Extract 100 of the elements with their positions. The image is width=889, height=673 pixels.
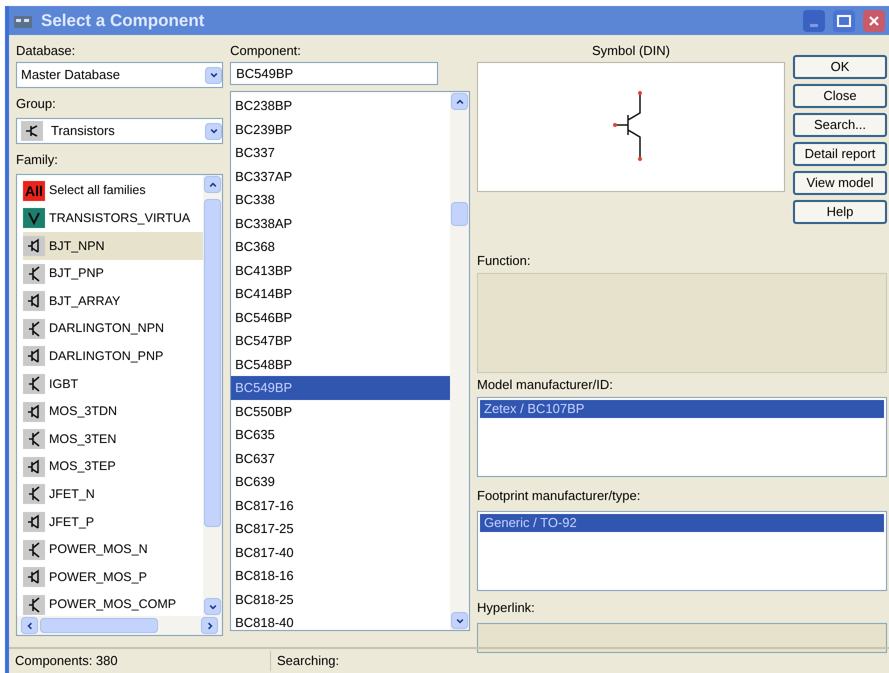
vertical-scrollbar[interactable] [203, 175, 222, 616]
dropdown[interactable]: Transistors [16, 118, 224, 144]
components-count: Components: 380 [9, 651, 271, 671]
transistor-symbol-icon [23, 346, 45, 366]
component-item[interactable]: BC549BP [231, 376, 450, 400]
transistor-symbol-icon [23, 512, 45, 532]
transistor-symbol-icon [23, 236, 45, 256]
transistor-symbol-icon [23, 374, 45, 394]
component-item[interactable]: BC414BP [231, 282, 450, 306]
minimize-icon [810, 24, 818, 26]
scroll-button[interactable] [451, 612, 468, 629]
close-icon [868, 14, 880, 26]
component-item[interactable]: BC548BP [231, 352, 450, 376]
component-item[interactable]: BC817-25 [231, 517, 450, 540]
maximize-button[interactable] [833, 10, 855, 32]
transistor-symbol-icon [23, 402, 45, 422]
component-item[interactable]: BC338 [231, 188, 450, 212]
dialog-button[interactable]: Detail report [793, 142, 887, 166]
virtual-icon [23, 208, 45, 228]
transistor-symbol-icon [23, 429, 45, 450]
vertical-scrollbar[interactable] [450, 92, 469, 630]
component-search-field[interactable]: BC549BP [230, 62, 438, 85]
model-list[interactable]: Zetex / BC107BP [477, 397, 887, 477]
dialog-button[interactable]: Help [793, 200, 887, 224]
family-item[interactable]: MOS_3TEN [23, 425, 204, 453]
component-item[interactable]: BC547BP [231, 329, 450, 352]
family-item[interactable]: POWER_MOS_N [23, 536, 204, 564]
transistor-symbol-icon [23, 456, 45, 477]
horizontal-scrollbar[interactable] [17, 616, 222, 635]
family-item[interactable]: BJT_ARRAY [23, 287, 204, 315]
model-label: Model manufacturer/ID: [477, 376, 614, 394]
component-item[interactable]: BC550BP [231, 400, 450, 423]
family-item[interactable]: JFET_P [23, 508, 204, 536]
component-item[interactable]: BC818-16 [231, 564, 450, 588]
symbol-label: Symbol (DIN) [592, 42, 670, 60]
component-item[interactable]: BC818-40 [231, 611, 450, 630]
searching-status: Searching: [276, 652, 340, 670]
component-label: Component: [230, 42, 302, 60]
dialog-button[interactable]: Close [793, 84, 887, 108]
transistor-symbol-icon [23, 318, 45, 339]
transistor-symbol-icon [23, 540, 45, 560]
scroll-button[interactable] [21, 617, 38, 634]
scroll-button[interactable] [201, 617, 218, 634]
component-item[interactable]: BC818-25 [231, 588, 450, 611]
component-item[interactable]: BC238BP [231, 94, 450, 118]
list-item[interactable]: Zetex / BC107BP [480, 400, 884, 418]
component-item[interactable]: BC338AP [231, 212, 450, 235]
family-item[interactable]: MOS_3TDN [23, 398, 204, 426]
component-item[interactable]: BC413BP [231, 258, 450, 282]
close-button[interactable] [863, 10, 885, 32]
scroll-button[interactable] [204, 598, 222, 615]
family-item[interactable]: MOS_3TEP [23, 452, 204, 481]
scroll-button[interactable] [451, 93, 468, 110]
database-label: Database: [16, 42, 76, 60]
component-item[interactable]: BC337AP [231, 164, 450, 188]
scroll-button[interactable] [205, 66, 222, 84]
component-item[interactable]: BC639 [231, 470, 450, 494]
maximize-icon [837, 14, 851, 26]
component-item[interactable]: BC817-16 [231, 494, 450, 517]
dropdown[interactable]: Master Database [16, 62, 224, 88]
footprint-label: Footprint manufacturer/type: [477, 488, 640, 503]
dropdown-value: Master Database [21, 66, 121, 84]
dialog-button[interactable]: View model [793, 171, 887, 195]
family-item[interactable]: POWER_MOS_COMP [23, 590, 204, 616]
function-label: Function: [477, 252, 532, 270]
component-item[interactable]: BC817-40 [231, 540, 450, 564]
scroll-thumb[interactable] [40, 618, 158, 633]
family-item[interactable]: POWER_MOS_P [23, 563, 204, 591]
transistor-symbol-icon [23, 264, 45, 284]
family-item[interactable]: TRANSISTORS_VIRTUA [23, 204, 204, 232]
component-item[interactable]: BC239BP [231, 118, 450, 141]
family-item[interactable]: BJT_NPN [23, 232, 204, 260]
scroll-thumb[interactable] [451, 202, 468, 226]
dialog-button[interactable]: Search... [793, 113, 887, 137]
component-item[interactable]: BC637 [231, 446, 450, 470]
list-item[interactable]: Generic / TO-92 [480, 514, 884, 532]
family-item[interactable]: IGBT [23, 370, 204, 398]
transistor-symbol-icon [23, 567, 45, 588]
transistor-symbol-icon [23, 594, 45, 615]
dropdown-value: Transistors [51, 122, 116, 140]
transistor-symbol-icon [23, 291, 45, 312]
family-item[interactable]: All Select all families [23, 177, 204, 205]
hyperlink-label: Hyperlink: [477, 600, 535, 615]
component-item[interactable]: BC337 [231, 141, 450, 164]
family-item[interactable]: DARLINGTON_PNP [23, 342, 204, 370]
transistor-icon [21, 121, 43, 141]
component-item[interactable]: BC635 [231, 423, 450, 446]
dialog-button[interactable]: OK [793, 55, 887, 79]
footprint-list[interactable]: Generic / TO-92 [477, 511, 887, 591]
family-item[interactable]: BJT_PNP [23, 260, 204, 288]
scroll-button[interactable] [204, 176, 222, 193]
transistor-symbol-icon [23, 484, 45, 504]
hyperlink-field[interactable] [477, 623, 887, 653]
scroll-thumb[interactable] [204, 199, 222, 527]
family-item[interactable]: DARLINGTON_NPN [23, 314, 204, 343]
component-item[interactable]: BC368 [231, 235, 450, 258]
family-item[interactable]: JFET_N [23, 480, 204, 508]
scroll-button[interactable] [205, 122, 222, 140]
all-families-badge: All [23, 180, 45, 201]
component-item[interactable]: BC546BP [231, 306, 450, 329]
